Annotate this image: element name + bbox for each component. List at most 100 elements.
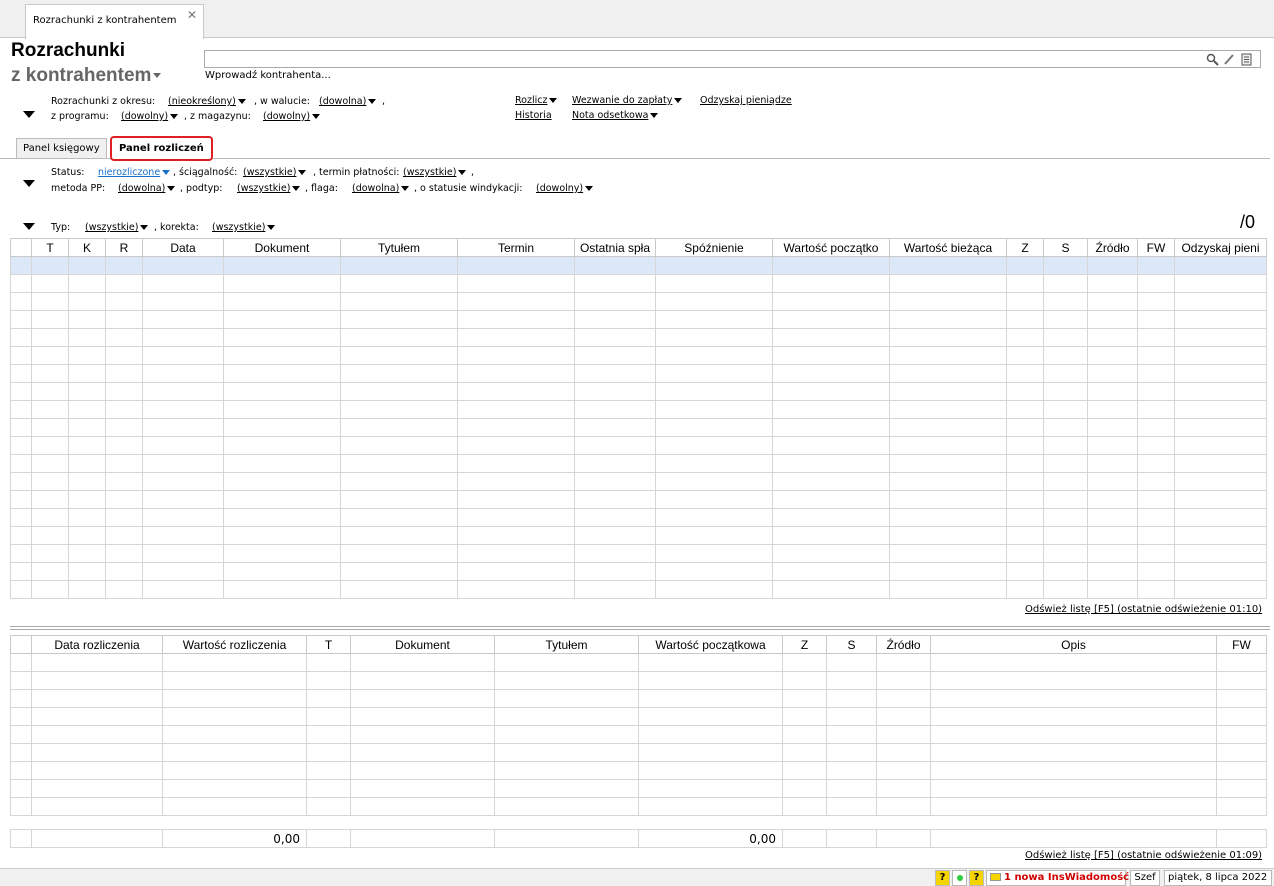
table-row[interactable] xyxy=(10,454,1267,473)
table-row[interactable] xyxy=(10,310,1267,329)
column-header-t[interactable]: T xyxy=(31,238,69,257)
table-row[interactable] xyxy=(10,689,1267,708)
tab-panel-rozliczen[interactable]: Panel rozliczeń xyxy=(110,136,213,161)
program-dropdown[interactable]: (dowolny) xyxy=(121,111,179,122)
table-row[interactable] xyxy=(10,508,1267,527)
warehouse-dropdown[interactable]: (dowolny) xyxy=(263,111,321,122)
status-dropdown[interactable]: nierozliczone xyxy=(98,167,171,178)
column-header-data[interactable]: Data xyxy=(142,238,224,257)
column-header-ostatnia-splata[interactable]: Ostatnia spła xyxy=(574,238,656,257)
table-row[interactable] xyxy=(10,562,1267,581)
table-row[interactable] xyxy=(10,418,1267,437)
column-header-data-rozliczenia[interactable]: Data rozliczenia xyxy=(31,635,163,654)
table-row[interactable] xyxy=(10,328,1267,347)
wezwanie-menu[interactable]: Wezwanie do zapłaty xyxy=(572,95,683,106)
column-header-dokument[interactable]: Dokument xyxy=(223,238,341,257)
period-dropdown[interactable]: (nieokreślony) xyxy=(168,96,246,107)
table-row-selected[interactable] xyxy=(10,256,1267,275)
column-header-opis[interactable]: Opis xyxy=(930,635,1217,654)
nota-menu[interactable]: Nota odsetkowa xyxy=(572,110,659,121)
help-button[interactable]: ? xyxy=(935,870,950,886)
column-header-zrodlo[interactable]: Źródło xyxy=(1087,238,1138,257)
table-row[interactable] xyxy=(10,725,1267,744)
close-icon[interactable]: ✕ xyxy=(187,8,197,22)
table-row[interactable] xyxy=(10,707,1267,726)
collapse-filters-icon[interactable] xyxy=(23,111,35,118)
table-row[interactable] xyxy=(10,472,1267,491)
refresh-top-link[interactable]: Odśwież listę [F5] (ostatnie odświeżenie… xyxy=(1025,604,1262,615)
chevron-down-icon xyxy=(167,186,176,191)
column-header-wartosc-poczatkowa[interactable]: Wartość początkowa xyxy=(638,635,783,654)
column-header-wartosc-poczatkowa[interactable]: Wartość początko xyxy=(772,238,890,257)
table-row[interactable] xyxy=(10,274,1267,293)
collapse-status-filters-icon[interactable] xyxy=(23,180,35,187)
metoda-dropdown[interactable]: (dowolna) xyxy=(118,183,176,194)
table-row[interactable] xyxy=(10,292,1267,311)
flaga-dropdown[interactable]: (dowolna) xyxy=(352,183,410,194)
table-row[interactable] xyxy=(10,797,1267,816)
column-header-s[interactable]: S xyxy=(1043,238,1088,257)
panel-splitter[interactable] xyxy=(10,626,1270,630)
column-header-odzyskaj[interactable]: Odzyskaj pieni xyxy=(1174,238,1267,257)
column-header-t[interactable]: T xyxy=(306,635,351,654)
column-header-z[interactable]: Z xyxy=(782,635,827,654)
column-header-z[interactable]: Z xyxy=(1006,238,1044,257)
table-row[interactable] xyxy=(10,779,1267,798)
document-tab[interactable]: Rozrachunki z kontrahentem ✕ xyxy=(25,4,204,39)
column-header-fw[interactable]: FW xyxy=(1137,238,1175,257)
table-row[interactable] xyxy=(10,364,1267,383)
messages-button[interactable]: 1 nowa InsWiadomość xyxy=(986,870,1129,886)
column-header-s[interactable]: S xyxy=(826,635,877,654)
column-header-r[interactable]: R xyxy=(105,238,143,257)
column-header-fw[interactable]: FW xyxy=(1216,635,1267,654)
page-subtitle[interactable]: z kontrahentem xyxy=(11,65,162,87)
tab-panel-ksiegowy[interactable]: Panel księgowy xyxy=(16,138,107,159)
table-row[interactable] xyxy=(10,490,1267,509)
historia-link[interactable]: Historia xyxy=(515,110,552,121)
refresh-bottom-link[interactable]: Odśwież listę [F5] (ostatnie odświeżenie… xyxy=(1025,850,1262,861)
column-header[interactable] xyxy=(10,238,32,257)
column-header-k[interactable]: K xyxy=(68,238,106,257)
typ-dropdown[interactable]: (wszystkie) xyxy=(85,222,149,233)
receivables-table[interactable]: T K R Data Dokument Tytułem Termin Ostat… xyxy=(10,238,1267,599)
chevron-down-icon xyxy=(458,170,467,175)
table-row[interactable] xyxy=(10,382,1267,401)
table-row[interactable] xyxy=(10,671,1267,690)
sum-wartosc-poczatkowa: 0,00 xyxy=(638,829,783,848)
table-row[interactable] xyxy=(10,544,1267,563)
column-header-dokument[interactable]: Dokument xyxy=(350,635,495,654)
podtyp-label: , podtyp: xyxy=(180,183,223,194)
info-button[interactable]: ? xyxy=(969,870,984,886)
table-row[interactable] xyxy=(10,526,1267,545)
pencil-icon[interactable] xyxy=(1223,53,1236,66)
table-row[interactable] xyxy=(10,436,1267,455)
currency-dropdown[interactable]: (dowolna) xyxy=(319,96,377,107)
termin-dropdown[interactable]: (wszystkie) xyxy=(403,167,467,178)
contractor-search-input[interactable] xyxy=(204,50,1261,68)
table-row[interactable] xyxy=(10,743,1267,762)
table-row[interactable] xyxy=(10,653,1267,672)
collapse-type-filters-icon[interactable] xyxy=(23,223,35,230)
table-row[interactable] xyxy=(10,400,1267,419)
list-icon[interactable] xyxy=(1241,53,1253,66)
windykacja-dropdown[interactable]: (dowolny) xyxy=(536,183,594,194)
table-row[interactable] xyxy=(10,761,1267,780)
column-header-tytulem[interactable]: Tytułem xyxy=(340,238,458,257)
rozlicz-menu[interactable]: Rozlicz xyxy=(515,95,558,106)
column-header[interactable] xyxy=(10,635,32,654)
chevron-down-icon xyxy=(312,114,321,119)
column-header-wartosc-biezaca[interactable]: Wartość bieżąca xyxy=(889,238,1007,257)
podtyp-dropdown[interactable]: (wszystkie) xyxy=(237,183,301,194)
search-icon[interactable] xyxy=(1206,53,1219,66)
korekta-dropdown[interactable]: (wszystkie) xyxy=(212,222,276,233)
column-header-zrodlo[interactable]: Źródło xyxy=(876,635,931,654)
odzyskaj-link[interactable]: Odzyskaj pieniądze xyxy=(700,95,792,106)
table-row[interactable] xyxy=(10,580,1267,599)
settlements-table[interactable]: Data rozliczenia Wartość rozliczenia T D… xyxy=(10,635,1267,816)
column-header-termin[interactable]: Termin xyxy=(457,238,575,257)
column-header-spoznienie[interactable]: Spóźnienie xyxy=(655,238,773,257)
sciagalnosc-dropdown[interactable]: (wszystkie) xyxy=(243,167,307,178)
column-header-tytulem[interactable]: Tytułem xyxy=(494,635,639,654)
table-row[interactable] xyxy=(10,346,1267,365)
column-header-wartosc-rozliczenia[interactable]: Wartość rozliczenia xyxy=(162,635,307,654)
